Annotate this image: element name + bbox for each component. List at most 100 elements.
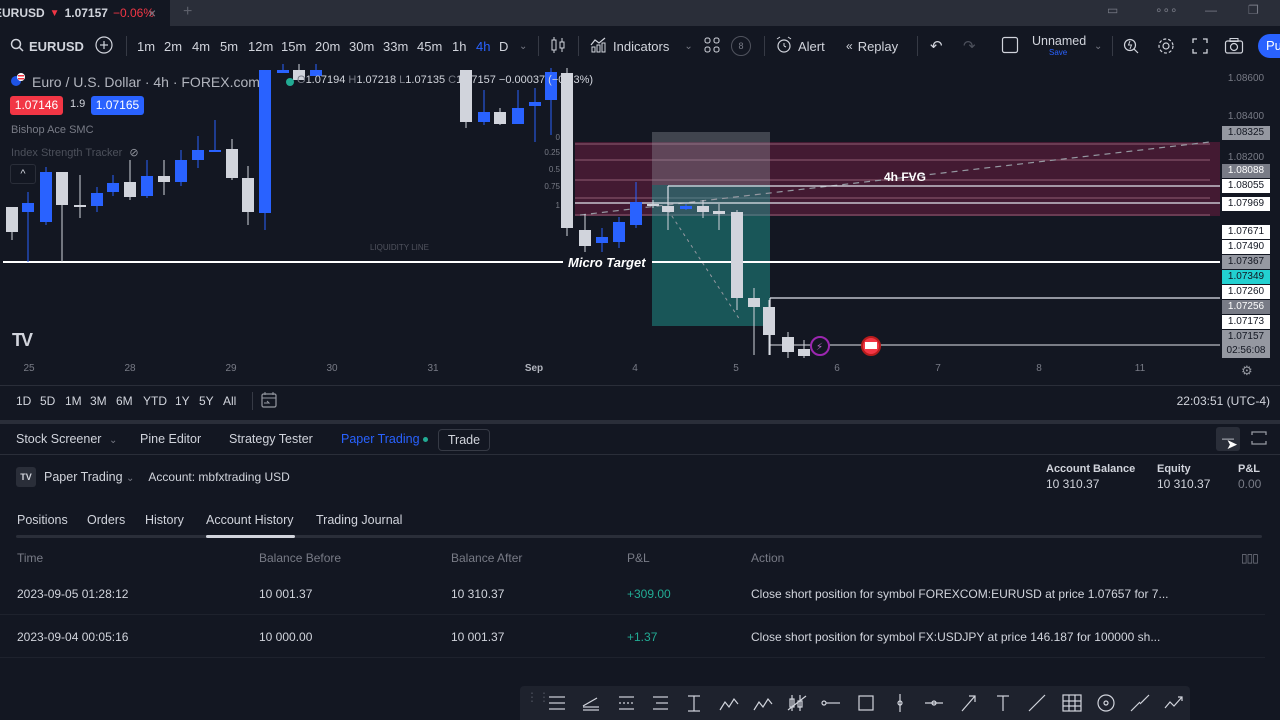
- horizontal-lines-icon[interactable]: [545, 692, 569, 714]
- new-tab-icon[interactable]: +: [183, 3, 192, 21]
- chart-settings-icon[interactable]: ⚙: [1241, 363, 1253, 379]
- publish-button[interactable]: Pu: [1258, 34, 1280, 58]
- undo-icon[interactable]: ↶: [930, 28, 943, 64]
- quick-search-icon[interactable]: [1122, 28, 1140, 64]
- layout-name[interactable]: Unnamed Save: [1032, 28, 1086, 64]
- fib-retracement-icon[interactable]: [614, 692, 638, 714]
- circle-icon[interactable]: [1094, 692, 1118, 714]
- text-icon[interactable]: [991, 692, 1015, 714]
- tab-stock-screener[interactable]: Stock Screener ⌄: [16, 432, 117, 446]
- parallel-channel-icon[interactable]: [579, 692, 603, 714]
- devices-icon[interactable]: ▭: [1107, 3, 1118, 17]
- replay-button[interactable]: « Replay: [846, 28, 898, 64]
- price-range-icon[interactable]: [682, 692, 706, 714]
- range-5d[interactable]: 5D: [40, 394, 55, 408]
- range-all[interactable]: All: [223, 394, 236, 408]
- fib-extension-icon[interactable]: [648, 692, 672, 714]
- trend-line-icon[interactable]: [1025, 692, 1049, 714]
- vertical-line-icon[interactable]: [888, 692, 912, 714]
- fullscreen-icon[interactable]: [1191, 28, 1209, 64]
- tradingview-logo[interactable]: TV: [12, 330, 33, 351]
- table-row[interactable]: 2023-09-05 01:28:12 10 001.37 10 310.37 …: [0, 573, 1265, 615]
- column-settings-icon[interactable]: ▯▯▯: [1241, 551, 1259, 565]
- interval-4h[interactable]: 4h: [476, 28, 490, 64]
- range-3m[interactable]: 3M: [90, 394, 107, 408]
- interval-45m[interactable]: 45m: [417, 28, 442, 64]
- subtab-scrollbar[interactable]: [16, 535, 1262, 538]
- collapse-legend-button[interactable]: ^: [10, 164, 36, 184]
- time-axis[interactable]: 25 28 29 30 31 Sep 4 5 6 7 8 11: [0, 360, 1220, 380]
- broker-dropdown[interactable]: Paper Trading ⌄: [44, 470, 134, 484]
- interval-1h[interactable]: 1h: [452, 28, 466, 64]
- interval-1m[interactable]: 1m: [137, 28, 155, 64]
- chart-title[interactable]: Euro / U.S. Dollar · 4h · FOREX.com: [10, 72, 294, 91]
- column-action[interactable]: Action: [751, 551, 784, 565]
- interval-D[interactable]: D: [499, 28, 508, 64]
- tab-pine-editor[interactable]: Pine Editor: [140, 432, 201, 446]
- range-ytd[interactable]: YTD: [143, 394, 167, 408]
- indicators-button[interactable]: Indicators ⌄: [590, 28, 693, 64]
- range-1d[interactable]: 1D: [16, 394, 31, 408]
- chart-pane[interactable]: 0 0.25 0.5 0.75 1 Micro Target LIQUIDITY LINE 4…: [0, 64, 1220, 382]
- column-pnl[interactable]: P&L: [627, 551, 650, 565]
- interval-20m[interactable]: 20m: [315, 28, 340, 64]
- chevron-down-icon[interactable]: ⌄: [519, 28, 527, 64]
- price-axis[interactable]: 1.08600 1.08400 1.08325 1.08200 1.08088 1.080…: [1220, 64, 1280, 382]
- gann-box-icon[interactable]: [1060, 692, 1084, 714]
- goto-date-icon[interactable]: [260, 391, 278, 414]
- range-6m[interactable]: 6M: [116, 394, 133, 408]
- range-5y[interactable]: 5Y: [199, 394, 214, 408]
- minimize-icon[interactable]: —: [1205, 3, 1217, 17]
- subtab-positions[interactable]: Positions: [17, 513, 68, 527]
- column-balance-before[interactable]: Balance Before: [259, 551, 341, 565]
- interval-5m[interactable]: 5m: [220, 28, 238, 64]
- rectangle-icon[interactable]: [854, 692, 878, 714]
- subtab-history[interactable]: History: [145, 513, 184, 527]
- compare-symbol-button[interactable]: [95, 28, 113, 64]
- cross-line-icon[interactable]: [922, 692, 946, 714]
- layout-button[interactable]: [1001, 28, 1019, 64]
- save-label[interactable]: Save: [1049, 48, 1067, 58]
- subtab-orders[interactable]: Orders: [87, 513, 125, 527]
- templates-button[interactable]: [704, 28, 720, 64]
- close-tab-icon[interactable]: ×: [148, 5, 156, 21]
- abcd-pattern-icon[interactable]: [751, 692, 775, 714]
- restore-icon[interactable]: ❐: [1248, 3, 1259, 17]
- tab-strategy-tester[interactable]: Strategy Tester: [229, 432, 313, 446]
- subtab-account-history[interactable]: Account History: [206, 513, 294, 527]
- symbol-search[interactable]: EURUSD: [10, 28, 84, 64]
- hidden-eye-icon[interactable]: ⊘: [129, 147, 138, 159]
- redo-icon[interactable]: ↷: [963, 28, 976, 64]
- long-position-icon[interactable]: [785, 692, 809, 714]
- interval-33m[interactable]: 33m: [383, 28, 408, 64]
- chart-canvas[interactable]: 0 0.25 0.5 0.75 1 Micro Target LIQUIDITY LINE 4…: [0, 64, 1220, 382]
- tab-paper-trading[interactable]: Paper Trading: [341, 432, 428, 446]
- interval-2m[interactable]: 2m: [164, 28, 182, 64]
- alert-button[interactable]: Alert: [775, 28, 825, 64]
- templates-badge[interactable]: 8: [731, 28, 751, 64]
- camera-icon[interactable]: [1224, 28, 1244, 64]
- buy-button[interactable]: 1.07165: [91, 96, 144, 115]
- elliott-wave-icon[interactable]: [717, 692, 741, 714]
- subtab-trading-journal[interactable]: Trading Journal: [316, 513, 402, 527]
- more-icon[interactable]: ∘∘∘: [1155, 3, 1178, 17]
- arrow-icon[interactable]: [957, 692, 981, 714]
- horizontal-ray-icon[interactable]: [819, 692, 843, 714]
- column-balance-after[interactable]: Balance After: [451, 551, 522, 565]
- trade-button[interactable]: Trade: [438, 429, 490, 451]
- chart-type-button[interactable]: [550, 28, 566, 64]
- account-label[interactable]: Account: mbfxtrading USD: [148, 470, 289, 484]
- path-icon[interactable]: [1162, 692, 1186, 714]
- interval-4m[interactable]: 4m: [192, 28, 210, 64]
- interval-15m[interactable]: 15m: [281, 28, 306, 64]
- indicator-legend-1[interactable]: Bishop Ace SMC: [11, 124, 94, 136]
- range-1y[interactable]: 1Y: [175, 394, 190, 408]
- chevron-down-icon[interactable]: ⌄: [1094, 28, 1102, 64]
- maximize-panel-icon[interactable]: [1250, 430, 1268, 451]
- interval-30m[interactable]: 30m: [349, 28, 374, 64]
- column-time[interactable]: Time: [17, 551, 43, 565]
- sell-button[interactable]: 1.07146: [10, 96, 63, 115]
- browser-tab[interactable]: EURUSD ▼ 1.07157 −0.06% ×: [0, 0, 170, 26]
- extended-line-icon[interactable]: [1128, 692, 1152, 714]
- settings-gear-icon[interactable]: [1157, 28, 1175, 64]
